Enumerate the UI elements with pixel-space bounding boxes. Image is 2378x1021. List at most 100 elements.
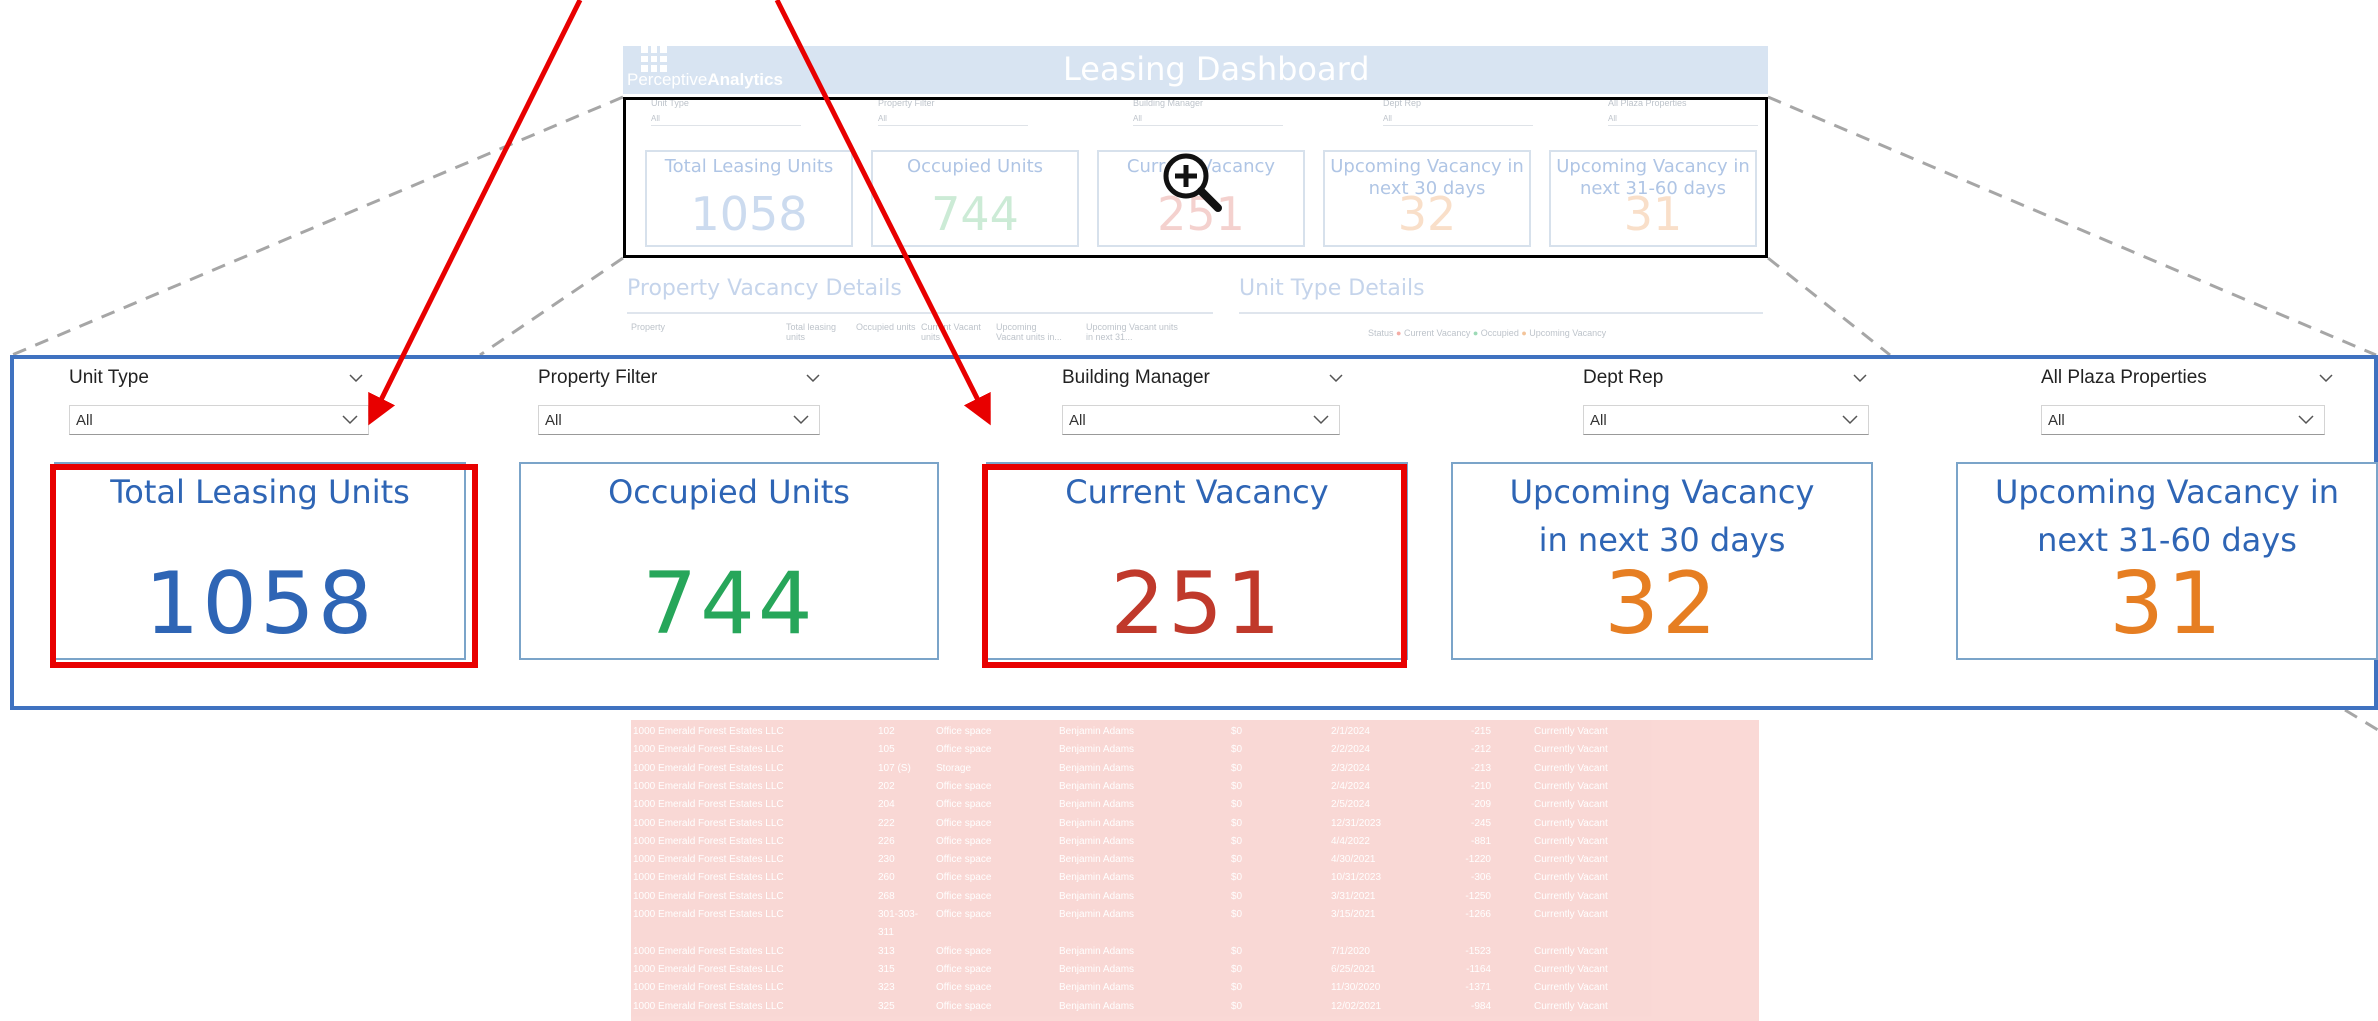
table-cell: 315: [878, 963, 895, 975]
table-cell: -210: [1470, 780, 1491, 792]
chevron-down-icon: [1842, 415, 1858, 425]
arrow-to-total-leasing: [368, 0, 583, 426]
slicer-plaza-properties: All Plaza Properties All: [2041, 365, 2351, 435]
table-cell: 1000 Emerald Forest Estates LLC: [633, 872, 784, 884]
table-cell: Office space: [936, 963, 992, 975]
slicer-value: All: [545, 412, 562, 429]
table-cell: 3/15/2021: [1331, 909, 1376, 920]
table-row: 1000 Emerald Forest Estates LLC 315 Office…: [631, 962, 1759, 980]
table-cell: Office space: [936, 817, 992, 829]
table-cell: Office space: [936, 854, 992, 866]
table-cell: -209: [1470, 799, 1491, 811]
divider: [627, 312, 1213, 314]
table-cell: 2/5/2024: [1331, 799, 1370, 811]
table-row: 1000 Emerald Forest Estates LLC 204 Office…: [631, 797, 1759, 815]
table-cell: 1000 Emerald Forest Estates LLC: [633, 799, 784, 811]
table-cell: Benjamin Adams: [1059, 945, 1135, 957]
table-cell: $0: [1231, 963, 1243, 975]
chevron-down-icon[interactable]: [349, 371, 363, 385]
table-cell: Office space: [936, 799, 992, 811]
kpi-card-upcoming-vacancy-30: Upcoming Vacancy in next 30 days 32: [1451, 462, 1873, 660]
slicer-dropdown[interactable]: All: [538, 405, 820, 435]
table-cell: 4/4/2022: [1331, 835, 1370, 847]
chevron-down-icon: [793, 415, 809, 425]
chevron-down-icon[interactable]: [2319, 371, 2333, 385]
table-cell: 202: [878, 780, 895, 792]
table-row: 311: [631, 925, 1759, 943]
slicer-dropdown[interactable]: All: [1583, 405, 1869, 435]
table-row: 1000 Emerald Forest Estates LLC 202 Office…: [631, 779, 1759, 797]
chevron-down-icon[interactable]: [1329, 371, 1343, 385]
table-cell: Benjamin Adams: [1059, 799, 1135, 811]
table-cell: Benjamin Adams: [1059, 872, 1135, 884]
slicer-property-filter: Property Filter All: [538, 365, 848, 435]
table-cell: Currently Vacant: [1534, 945, 1608, 957]
table-cell: 1000 Emerald Forest Estates LLC: [633, 762, 784, 774]
table-cell: 2/2/2024: [1331, 744, 1370, 756]
table-cell: $0: [1231, 762, 1243, 774]
chevron-down-icon[interactable]: [806, 371, 820, 385]
table-cell: 1000 Emerald Forest Estates LLC: [633, 963, 784, 975]
slicer-dropdown[interactable]: All: [69, 405, 369, 435]
table-row: 1000 Emerald Forest Estates LLC 226 Office…: [631, 834, 1759, 852]
table-cell: Benjamin Adams: [1059, 963, 1135, 975]
table-cell: 2/4/2024: [1331, 780, 1370, 792]
table-cell: -215: [1470, 726, 1491, 737]
table-cell: 3/31/2021: [1331, 890, 1376, 902]
slicer-label: Unit Type: [69, 367, 149, 388]
table-cell: Currently Vacant: [1534, 963, 1608, 975]
slicer-label: Building Manager: [1062, 367, 1210, 388]
slicer-value: All: [1069, 412, 1086, 429]
table-row: 1000 Emerald Forest Estates LLC 268 Office…: [631, 889, 1759, 907]
slicer-value: All: [1590, 412, 1607, 429]
table-cell: $0: [1231, 982, 1243, 994]
table-cell: -213: [1470, 762, 1491, 774]
table-cell: -306: [1470, 872, 1491, 884]
table-cell: 1000 Emerald Forest Estates LLC: [633, 909, 784, 920]
table-cell: Currently Vacant: [1534, 982, 1608, 994]
table-cell: Benjamin Adams: [1059, 762, 1135, 774]
table-cell: $0: [1231, 799, 1243, 811]
table-cell: $0: [1231, 1000, 1243, 1012]
table-cell: -1523: [1465, 945, 1491, 957]
table-cell: Currently Vacant: [1534, 817, 1608, 829]
kpi-card-value: 1058: [144, 554, 376, 654]
slicer-dropdown[interactable]: All: [2041, 405, 2325, 435]
table-cell: 222: [878, 817, 895, 829]
table-row: 1000 Emerald Forest Estates LLC 105 Office…: [631, 742, 1759, 760]
table-cell: 1000 Emerald Forest Estates LLC: [633, 835, 784, 847]
logo: PerceptiveAnalytics: [627, 70, 783, 89]
table-cell: -245: [1470, 817, 1491, 829]
table-cell: -212: [1470, 744, 1491, 756]
table-cell: 1000 Emerald Forest Estates LLC: [633, 817, 784, 829]
kpi-card-occupied-units: Occupied Units 744: [519, 462, 939, 660]
table-cell: Benjamin Adams: [1059, 780, 1135, 792]
slicer-dept-rep: Dept Rep All: [1583, 365, 1893, 435]
table-cell: Currently Vacant: [1534, 890, 1608, 902]
table-cell: 2/3/2024: [1331, 762, 1370, 774]
table-cell: Benjamin Adams: [1059, 744, 1135, 756]
kpi-card-value: 744: [642, 554, 816, 654]
table-cell: 105: [878, 744, 895, 756]
table-row: 1000 Emerald Forest Estates LLC 107 (S) St…: [631, 761, 1759, 779]
slicer-dropdown[interactable]: All: [1062, 405, 1340, 435]
kpi-card-value: 32: [1604, 554, 1720, 654]
table-cell: $0: [1231, 872, 1243, 884]
table-cell: Office space: [936, 945, 992, 957]
unit-type-legend: Status ● Current Vacancy ● Occupied ● Up…: [1368, 328, 1607, 338]
zoom-in-icon[interactable]: [1160, 150, 1224, 214]
table-cell: 204: [878, 799, 895, 811]
table-cell: Currently Vacant: [1534, 726, 1608, 737]
connector-line: [1767, 95, 2377, 357]
chevron-down-icon[interactable]: [1853, 371, 1867, 385]
table-cell: 6/25/2021: [1331, 963, 1376, 975]
table-row: 1000 Emerald Forest Estates LLC 325 Office…: [631, 999, 1759, 1017]
kpi-card-value: 251: [1110, 554, 1284, 654]
table-row: 1000 Emerald Forest Estates LLC 230 Office…: [631, 852, 1759, 870]
table-cell: 1000 Emerald Forest Estates LLC: [633, 890, 784, 902]
table-cell: 4/30/2021: [1331, 854, 1376, 866]
table-cell: 2/1/2024: [1331, 726, 1370, 737]
table-cell: $0: [1231, 780, 1243, 792]
table-cell: 226: [878, 835, 895, 847]
table-cell: Office space: [936, 744, 992, 756]
